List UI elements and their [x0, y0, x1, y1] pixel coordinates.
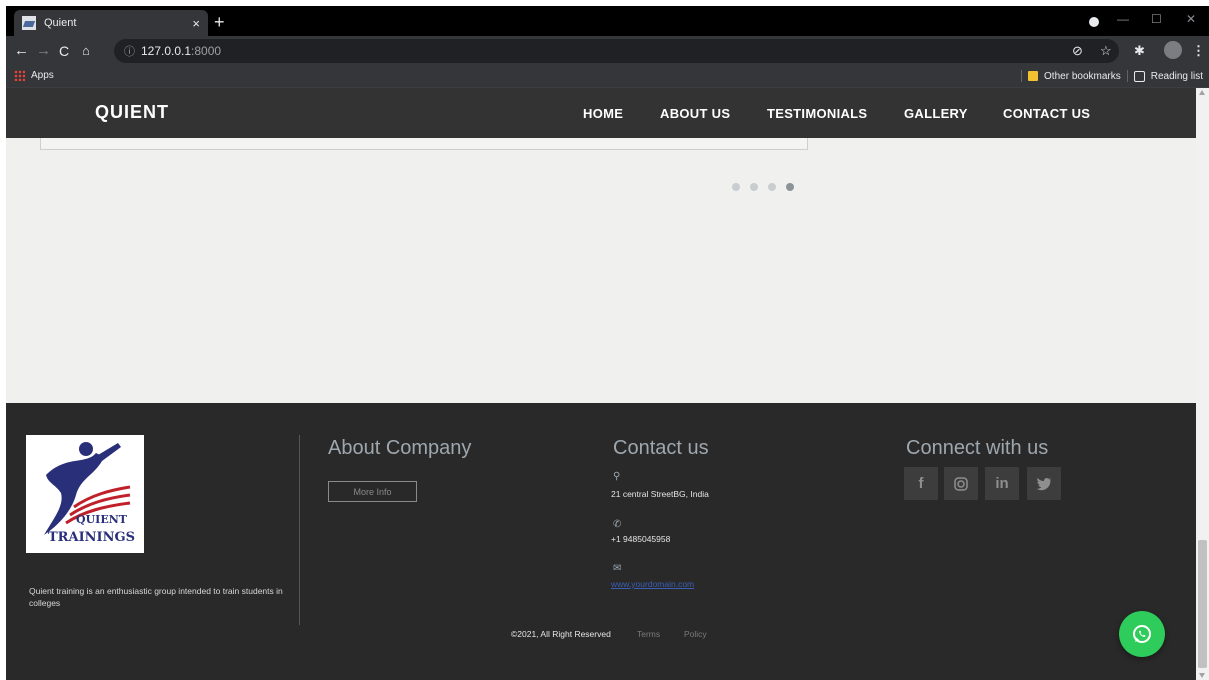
profile-avatar[interactable] — [1164, 41, 1182, 59]
whatsapp-icon — [1133, 625, 1151, 643]
scroll-down-arrow-icon[interactable] — [1199, 673, 1205, 678]
bookmark-separator — [1021, 70, 1023, 82]
runner-logo-graphic: QUIENT TRAININGS — [44, 442, 135, 545]
carousel-dot[interactable] — [768, 183, 776, 191]
close-window-icon[interactable]: ✕ — [1186, 12, 1196, 26]
carousel-indicators — [732, 183, 794, 191]
nav-contact-us[interactable]: CONTACT US — [1003, 106, 1090, 121]
carousel-dot-active[interactable] — [786, 183, 794, 191]
home-icon[interactable]: ⌂ — [82, 42, 90, 60]
nav-home[interactable]: HOME — [583, 106, 623, 121]
nav-about-us[interactable]: ABOUT US — [660, 106, 730, 121]
back-arrow-icon[interactable]: ← — [14, 42, 29, 60]
facebook-icon[interactable]: f — [904, 467, 938, 500]
tab-title: Quient — [44, 17, 77, 29]
bookmark-separator — [1126, 70, 1128, 82]
address-bar[interactable]: ⓘ 127.0.0.1:8000 — [114, 39, 1119, 63]
contact-heading: Contact us — [613, 437, 709, 459]
contact-website-link[interactable]: www.yourdomain.com — [611, 579, 694, 589]
twitter-icon[interactable] — [1027, 467, 1061, 500]
terms-link[interactable]: Terms — [637, 629, 660, 639]
menu-kebab-icon[interactable]: ⋮ — [1192, 43, 1205, 59]
nav-gallery[interactable]: GALLERY — [904, 106, 968, 121]
map-marker-icon: ⚲ — [613, 471, 621, 482]
contact-address: 21 central StreetBG, India — [611, 489, 709, 499]
policy-link[interactable]: Policy — [684, 629, 707, 639]
other-bookmarks-link[interactable]: Other bookmarks — [1044, 71, 1121, 82]
forward-arrow-icon[interactable]: → — [36, 42, 51, 60]
more-info-button[interactable]: More Info — [328, 481, 417, 502]
linkedin-icon[interactable]: in — [985, 467, 1019, 500]
bookmarks-right: Other bookmarks Reading list — [1021, 70, 1203, 82]
carousel-dot[interactable] — [750, 183, 758, 191]
new-tab-button[interactable]: + — [214, 12, 225, 33]
footer-divider — [299, 435, 300, 625]
carousel-slide-card — [40, 138, 808, 150]
quient-trainings-logo: QUIENT TRAININGS — [26, 435, 144, 553]
extensions-puzzle-icon[interactable]: ✱ — [1134, 43, 1145, 59]
site-navbar: QUIENT HOME ABOUT US TESTIMONIALS GALLER… — [6, 88, 1196, 138]
site-info-icon[interactable]: ⓘ — [124, 43, 135, 59]
page-scrollbar[interactable] — [1196, 88, 1209, 680]
media-control-icon[interactable] — [1089, 17, 1099, 27]
about-company-heading: About Company — [328, 437, 472, 459]
bookmark-star-icon[interactable]: ☆ — [1100, 43, 1112, 59]
apps-grid-icon — [14, 70, 25, 81]
instagram-icon[interactable] — [944, 467, 978, 500]
reading-list-icon — [1133, 70, 1145, 82]
minimize-icon[interactable]: — — [1117, 12, 1129, 26]
title-bar: Quient × + — ☐ ✕ — [6, 6, 1209, 36]
url-host: 127.0.0.1 — [141, 44, 192, 58]
tab-close-icon[interactable]: × — [192, 16, 200, 31]
apps-bookmark[interactable]: Apps — [14, 70, 54, 81]
svg-text:QUIENT: QUIENT — [76, 513, 128, 526]
envelope-icon: ✉ — [613, 563, 622, 574]
tracking-blocked-icon[interactable]: ⊘ — [1072, 43, 1083, 59]
url-port: :8000 — [191, 44, 222, 58]
contact-phone: +1 9485045958 — [611, 534, 671, 544]
copyright-text: ©2021, All Right Reserved — [511, 629, 611, 639]
tab-quient[interactable]: Quient × — [14, 10, 208, 36]
browser-toolbar: ← → C ⌂ ⓘ 127.0.0.1:8000 ⊘ ☆ ✱ ⋮ — [6, 36, 1209, 66]
folder-icon — [1028, 71, 1039, 81]
nav-testimonials[interactable]: TESTIMONIALS — [767, 106, 867, 121]
site-brand[interactable]: QUIENT — [95, 102, 169, 123]
scrollbar-thumb[interactable] — [1198, 540, 1207, 668]
connect-heading: Connect with us — [906, 437, 1049, 459]
about-description: Quient training is an enthusiastic group… — [29, 586, 283, 608]
site-footer: QUIENT TRAININGS Quient training is an e… — [6, 403, 1196, 680]
site-favicon-icon — [22, 16, 36, 30]
page-viewport: QUIENT HOME ABOUT US TESTIMONIALS GALLER… — [6, 88, 1209, 680]
reading-list-link[interactable]: Reading list — [1151, 71, 1203, 82]
reload-icon[interactable]: C — [59, 42, 69, 60]
svg-text:TRAININGS: TRAININGS — [48, 530, 135, 545]
browser-window: Quient × + — ☐ ✕ ← → C ⌂ ⓘ 127.0.0.1:800… — [6, 6, 1209, 680]
scroll-up-arrow-icon[interactable] — [1199, 90, 1205, 95]
whatsapp-chat-button[interactable] — [1119, 611, 1165, 657]
bookmarks-bar: Apps Other bookmarks Reading list — [6, 66, 1209, 88]
carousel-dot[interactable] — [732, 183, 740, 191]
apps-label: Apps — [31, 70, 54, 81]
phone-icon: ✆ — [613, 519, 622, 530]
maximize-icon[interactable]: ☐ — [1151, 12, 1162, 26]
